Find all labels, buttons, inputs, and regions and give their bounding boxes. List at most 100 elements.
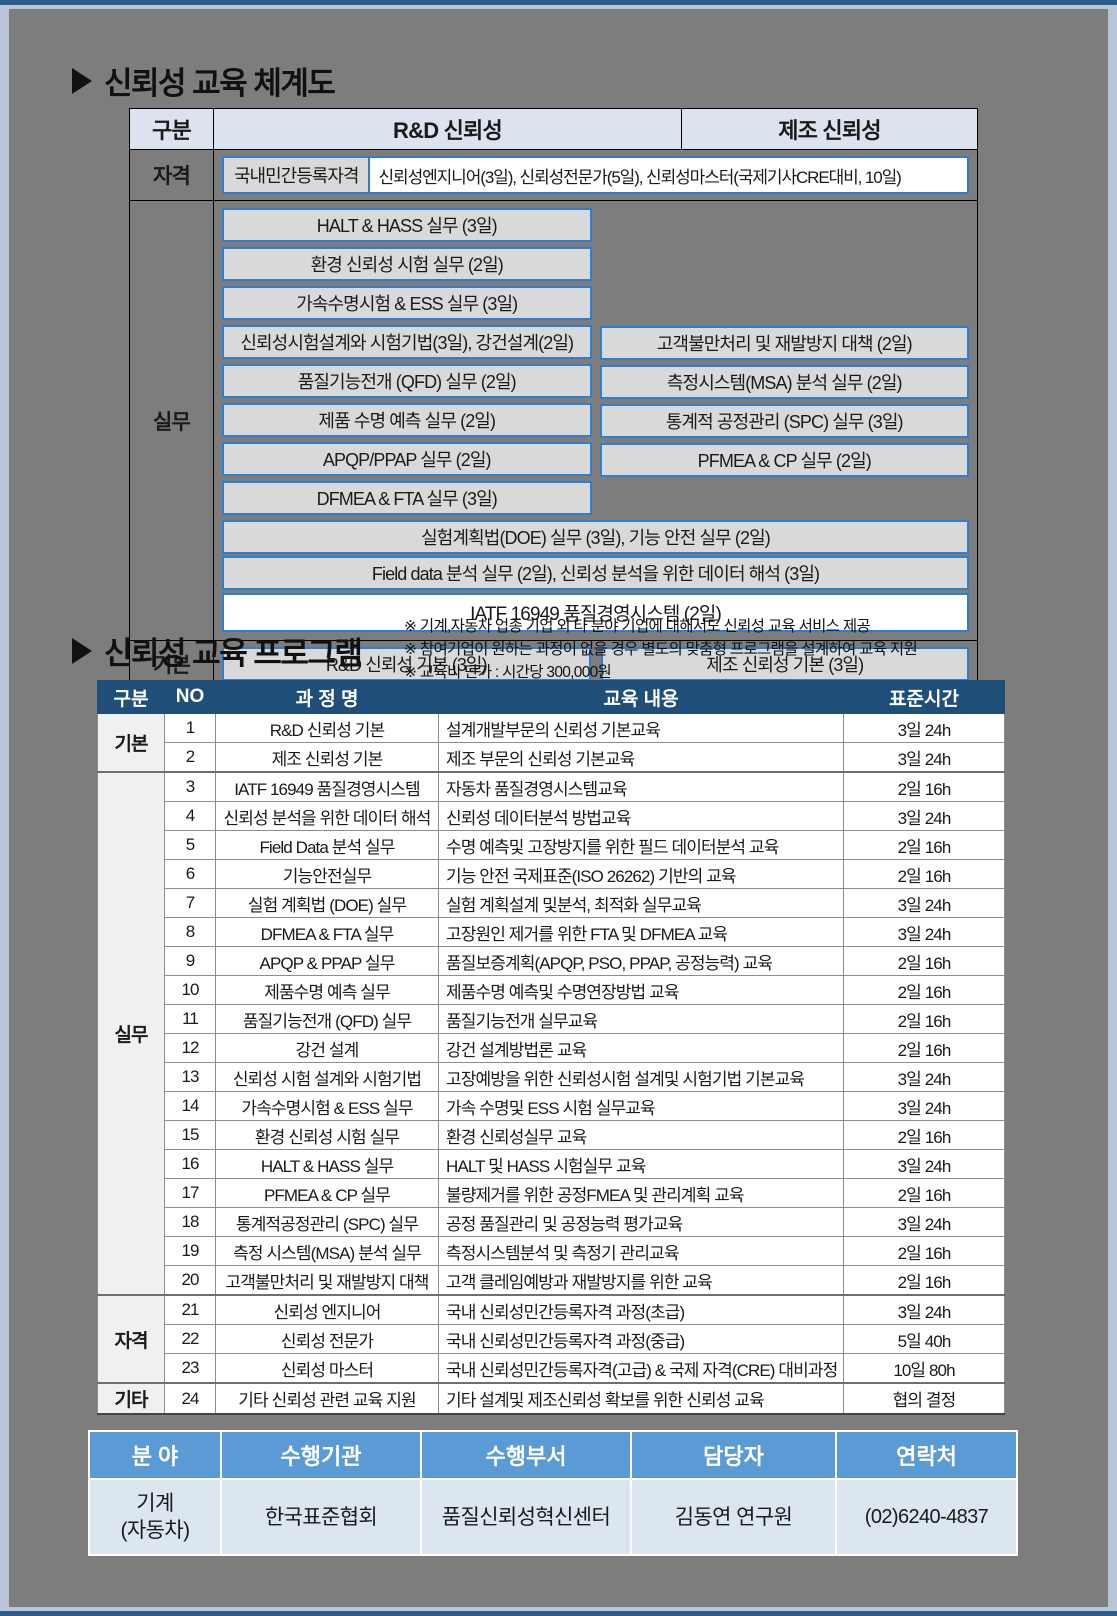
table-row: 9 APQP & PPAP 실무 품질보증계획(APQP, PSO, PPAP, 공… [98,946,1005,976]
table-row: 14 가속수명시험 & ESS 실무 가속 수명및 ESS 시험 실무교육 3일 24… [98,1091,1005,1121]
contact-field: 기계 (자동차) [88,1478,222,1556]
program-cell-name: 환경 신뢰성 시험 실무 [215,1120,439,1150]
program-cell-hours: 2일 16h [843,1236,1005,1266]
program-cell-desc: 품질기능전개 실무교육 [438,1004,844,1034]
practice-cell: HALT & HASS 실무 (3일) 환경 신뢰성 시험 실무 (2일) 가속… [213,200,978,641]
contact-header-person: 담당자 [630,1430,837,1480]
program-cell-name: DFMEA & FTA 실무 [215,917,439,947]
table-row: 13 신뢰성 시험 설계와 시험기법 고장예방을 위한 신뢰성시험 설계및 시험기법… [98,1062,1005,1092]
triangle-bullet-icon [72,67,92,94]
contact-header-department: 수행부서 [420,1430,632,1480]
program-cell-hours: 2일 16h [843,1178,1005,1208]
program-header-row: 구분 NO 과 정 명 교육 내용 표준시간 [97,680,1005,714]
program-header-name: 과 정 명 [215,680,439,714]
program-cell-hours: 10일 80h [843,1353,1005,1384]
program-cell-name: HALT & HASS 실무 [215,1149,439,1179]
program-cell-hours: 2일 16h [843,859,1005,889]
contact-field-line2: (자동차) [120,1519,191,1542]
program-notes: ※ 기계,자동차 업종 기업 외 타 분야 기업에 대해서도 신뢰성 교육 서비… [404,615,918,684]
program-cell-no: 3 [164,771,216,802]
program-cell-desc: 품질보증계획(APQP, PSO, PPAP, 공정능력) 교육 [438,946,844,976]
program-cell-no: 7 [164,888,216,918]
table-row: 실무 3 IATF 16949 품질경영시스템 자동차 품질경영시스템교육 2일 16h [97,771,1005,1296]
row-label-qualification: 자격 [129,149,214,201]
table-row: 기본 1 R&D 신뢰성 기본 설계개발부문의 신뢰성 기본교육 3일 24h [97,713,1005,773]
row-label-practice: 실무 [129,200,214,641]
program-cell-hours: 3일 24h [843,1207,1005,1237]
program-cell-no: 11 [164,1004,216,1034]
program-cell-hours: 3일 24h [843,742,1005,773]
program-cell-no: 1 [164,713,216,743]
program-group-label: 자격 [97,1294,165,1384]
program-cell-desc: 실험 계획설계 및분석, 최적화 실무교육 [438,888,844,918]
program-cell-desc: 수명 예측및 고장방지를 위한 필드 데이터분석 교육 [438,830,844,860]
program-table: 구분 NO 과 정 명 교육 내용 표준시간 기본 1 R&D 신뢰성 기본 설계개발… [97,680,1005,1415]
practice-item: 품질기능전개 (QFD) 실무 (2일) [222,363,592,398]
contact-organization: 한국표준협회 [220,1478,422,1556]
table-row: 19 측정 시스템(MSA) 분석 실무 측정시스템분석 및 측정기 관리교육 2일 … [98,1236,1005,1266]
table-row: 22 신뢰성 전문가 국내 신뢰성민간등록자격 과정(중급) 5일 40h [98,1324,1005,1354]
table-row: 10 제품수명 예측 실무 제품수명 예측및 수명연장방법 교육 2일 16h [98,975,1005,1005]
program-cell-hours: 2일 16h [843,975,1005,1005]
contact-phone: (02)6240-4837 [835,1478,1018,1556]
practice-item: 통계적 공정관리 (SPC) 실무 (3일) [599,403,969,438]
triangle-bullet-icon [72,637,92,664]
practice-item: 측정시스템(MSA) 분석 실무 (2일) [599,364,969,399]
program-cell-desc: 불량제거를 위한 공정FMEA 및 관리계획 교육 [438,1178,844,1208]
table-row: 8 DFMEA & FTA 실무 고장원인 제거를 위한 FTA 및 DFMEA 교… [98,917,1005,947]
program-cell-no: 8 [164,917,216,947]
program-cell-no: 10 [164,975,216,1005]
program-cell-desc: 고장원인 제거를 위한 FTA 및 DFMEA 교육 [438,917,844,947]
program-cell-desc: 가속 수명및 ESS 시험 실무교육 [438,1091,844,1121]
program-cell-name: 기능안전실무 [215,859,439,889]
program-cell-name: 신뢰성 분석을 위한 데이터 해석 [215,801,439,831]
program-cell-name: IATF 16949 품질경영시스템 [215,771,439,802]
program-cell-name: 고객불만처리 및 재발방지 대책 [215,1265,439,1296]
practice-item: 신뢰성시험설계와 시험기법(3일), 강건설계(2일) [222,324,592,359]
practice-item: 환경 신뢰성 시험 실무 (2일) [222,246,592,281]
program-title: 신뢰성 교육 프로그램 [104,636,363,671]
program-cell-no: 22 [164,1324,216,1354]
practice-left-column: HALT & HASS 실무 (3일) 환경 신뢰성 시험 실무 (2일) 가속… [222,205,592,517]
system-map-header-gubun: 구분 [129,108,214,150]
table-row: 7 실험 계획법 (DOE) 실무 실험 계획설계 및분석, 최적화 실무교육 3일 … [98,888,1005,918]
contact-table: 분 야 수행기관 수행부서 담당자 연락처 기계 (자동차) 한국표준협회 품질… [88,1430,1018,1556]
program-cell-desc: 국내 신뢰성민간등록자격 과정(초급) [438,1294,844,1325]
table-row: 16 HALT & HASS 실무 HALT 및 HASS 시험실무 교육 3일 24… [98,1149,1005,1179]
program-cell-desc: 기능 안전 국제표준(ISO 26262) 기반의 교육 [438,859,844,889]
program-cell-no: 13 [164,1062,216,1092]
practice-item: 고객불만처리 및 재발방지 대책 (2일) [599,325,969,360]
system-map-title: 신뢰성 교육 체계도 [104,66,336,101]
program-cell-no: 23 [164,1353,216,1384]
page-content: 신뢰성 교육 체계도 구분 R&D 신뢰성 제조 신뢰성 자격 국내민간등록자격… [0,0,1117,1616]
program-cell-name: 제품수명 예측 실무 [215,975,439,1005]
program-cell-hours: 2일 16h [843,946,1005,976]
program-cell-hours: 3일 24h [843,801,1005,831]
practice-item: APQP/PPAP 실무 (2일) [222,441,592,476]
program-cell-desc: 강건 설계방법론 교육 [438,1033,844,1063]
section-heading-program: 신뢰성 교육 프로그램 [72,628,363,673]
program-cell-hours: 3일 24h [843,1294,1005,1325]
contact-header-row: 분 야 수행기관 수행부서 담당자 연락처 [88,1430,1018,1480]
note-line: ※ 참여기업이 원하는 과정이 없을 경우 별도의 맞춤형 프로그램을 설계하여… [404,641,918,658]
program-cell-desc: 자동차 품질경영시스템교육 [438,771,844,802]
table-row: 자격 21 신뢰성 엔지니어 국내 신뢰성민간등록자격 과정(초급) 3일 24h [97,1294,1005,1384]
program-cell-name: 품질기능전개 (QFD) 실무 [215,1004,439,1034]
program-cell-desc: 고장예방을 위한 신뢰성시험 설계및 시험기법 기본교육 [438,1062,844,1092]
program-cell-no: 6 [164,859,216,889]
practice-item: 제품 수명 예측 실무 (2일) [222,402,592,437]
program-cell-desc: 기타 설계및 제조신뢰성 확보를 위한 신뢰성 교육 [438,1382,844,1415]
practice-item: DFMEA & FTA 실무 (3일) [222,480,592,515]
program-cell-hours: 협의 결정 [843,1382,1005,1415]
program-cell-hours: 3일 24h [843,917,1005,947]
program-header-hours: 표준시간 [843,680,1005,714]
practice-right-column: 고객불만처리 및 재발방지 대책 (2일) 측정시스템(MSA) 분석 실무 (… [599,205,969,517]
program-cell-name: R&D 신뢰성 기본 [215,713,439,743]
program-cell-name: 실험 계획법 (DOE) 실무 [215,888,439,918]
program-cell-name: PFMEA & CP 실무 [215,1178,439,1208]
program-cell-hours: 3일 24h [843,888,1005,918]
program-cell-hours: 3일 24h [843,713,1005,743]
program-cell-hours: 5일 40h [843,1324,1005,1354]
program-cell-desc: 측정시스템분석 및 측정기 관리교육 [438,1236,844,1266]
contact-department: 품질신뢰성혁신센터 [420,1478,632,1556]
